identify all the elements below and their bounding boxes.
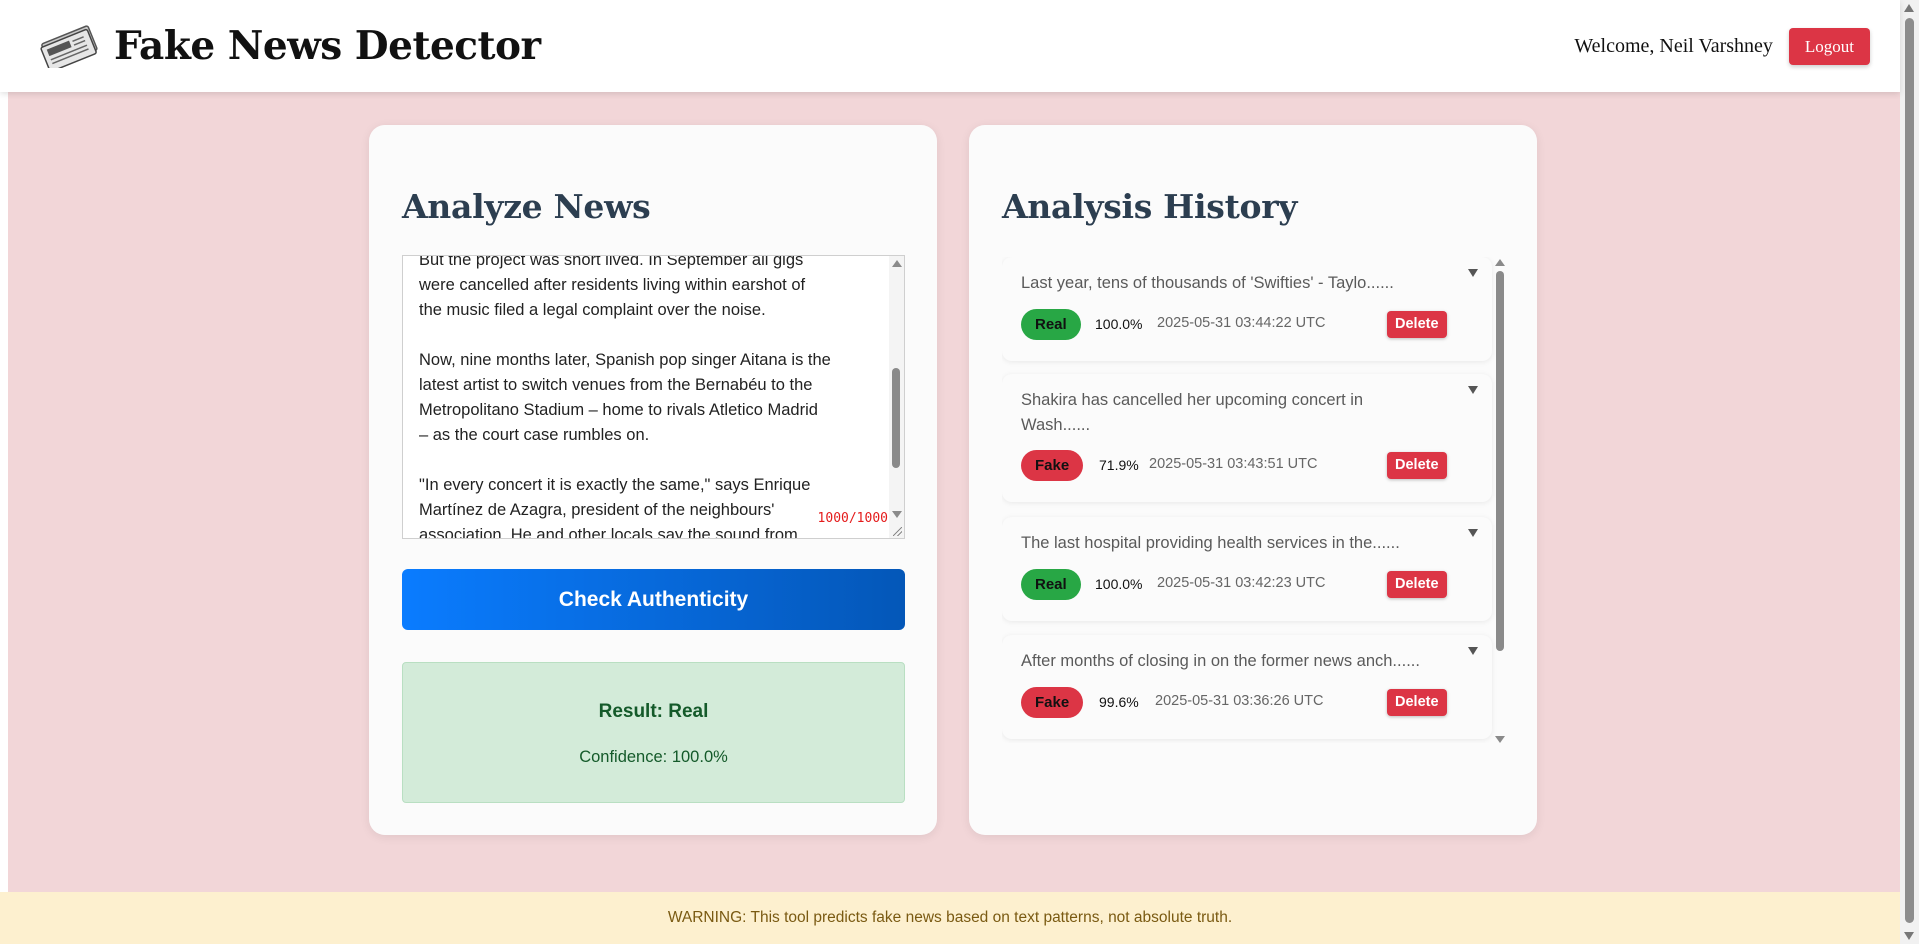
newspaper-icon: [38, 24, 100, 73]
history-item-text: After months of closing in on the former…: [1021, 652, 1420, 670]
scroll-thumb[interactable]: [1905, 18, 1914, 923]
verdict-badge: Real: [1021, 309, 1081, 340]
delete-button[interactable]: Delete: [1387, 571, 1447, 598]
expand-chevron-icon[interactable]: [1468, 529, 1478, 537]
history-list: Last year, tens of thousands of 'Swiftie…: [1002, 257, 1512, 743]
brand: Fake News Detector: [38, 23, 541, 73]
delete-button[interactable]: Delete: [1387, 311, 1447, 338]
confidence-value: 100.0%: [1095, 576, 1143, 592]
history-item[interactable]: The last hospital providing health servi…: [1002, 517, 1492, 621]
main-content: Analyze News But the project was short l…: [8, 92, 1900, 892]
timestamp: 2025-05-31 03:36:26 UTC: [1155, 693, 1324, 709]
scroll-down-icon[interactable]: [892, 511, 902, 518]
app-title: Fake News Detector: [114, 23, 541, 69]
delete-button[interactable]: Delete: [1387, 452, 1447, 479]
user-area: Welcome, Neil Varshney Logout: [1574, 27, 1870, 65]
expand-chevron-icon[interactable]: [1468, 386, 1478, 394]
scroll-thumb[interactable]: [892, 368, 900, 468]
scroll-thumb[interactable]: [1496, 271, 1504, 651]
verdict-badge: Fake: [1021, 687, 1084, 718]
welcome-text: Welcome, Neil Varshney: [1574, 34, 1773, 57]
history-item-text: Last year, tens of thousands of 'Swiftie…: [1021, 274, 1394, 292]
confidence-label: Confidence: 100.0%: [579, 748, 728, 766]
confidence-value: 71.9%: [1099, 457, 1139, 473]
check-authenticity-button[interactable]: Check Authenticity: [402, 569, 905, 630]
news-text: But the project was short lived. In Sept…: [419, 255, 831, 539]
history-item-text: The last hospital providing health servi…: [1021, 534, 1400, 552]
expand-chevron-icon[interactable]: [1468, 647, 1478, 655]
logout-button[interactable]: Logout: [1788, 27, 1870, 65]
history-item[interactable]: Last year, tens of thousands of 'Swiftie…: [1002, 257, 1492, 361]
result-panel: Result: Real Confidence: 100.0%: [402, 662, 905, 803]
char-counter: 1000/1000: [817, 511, 888, 526]
app-header: Fake News Detector Welcome, Neil Varshne…: [0, 0, 1900, 92]
result-label: Result: Real: [598, 701, 709, 722]
textarea-scrollbar[interactable]: [889, 256, 904, 538]
analyze-card: Analyze News But the project was short l…: [369, 125, 937, 835]
timestamp: 2025-05-31 03:42:23 UTC: [1157, 575, 1326, 591]
verdict-badge: Fake: [1021, 450, 1084, 481]
scroll-down-icon[interactable]: [1495, 736, 1505, 743]
confidence-value: 100.0%: [1095, 316, 1143, 332]
page-scrollbar[interactable]: [1900, 0, 1919, 944]
history-item[interactable]: Shakira has cancelled her upcoming conce…: [1002, 374, 1492, 502]
verdict-badge: Real: [1021, 569, 1081, 600]
expand-chevron-icon[interactable]: [1468, 269, 1478, 277]
scroll-down-icon[interactable]: [1904, 932, 1914, 940]
news-textarea[interactable]: But the project was short lived. In Sept…: [402, 255, 905, 539]
confidence-value: 99.6%: [1099, 694, 1139, 710]
timestamp: 2025-05-31 03:44:22 UTC: [1157, 315, 1326, 331]
scroll-up-icon[interactable]: [1904, 4, 1914, 12]
history-item-text: Shakira has cancelled her upcoming conce…: [1021, 391, 1364, 434]
history-card: Analysis History Last year, tens of thou…: [969, 125, 1537, 835]
analyze-title: Analyze News: [402, 187, 651, 226]
history-item[interactable]: After months of closing in on the former…: [1002, 635, 1492, 739]
scroll-up-icon[interactable]: [1495, 259, 1505, 266]
history-scrollbar[interactable]: [1494, 257, 1506, 743]
delete-button[interactable]: Delete: [1387, 689, 1447, 716]
timestamp: 2025-05-31 03:43:51 UTC: [1149, 456, 1318, 472]
warning-footer: WARNING: This tool predicts fake news ba…: [0, 892, 1900, 944]
resize-handle-icon[interactable]: [893, 527, 902, 536]
history-title: Analysis History: [1002, 187, 1298, 226]
scroll-up-icon[interactable]: [892, 260, 902, 267]
